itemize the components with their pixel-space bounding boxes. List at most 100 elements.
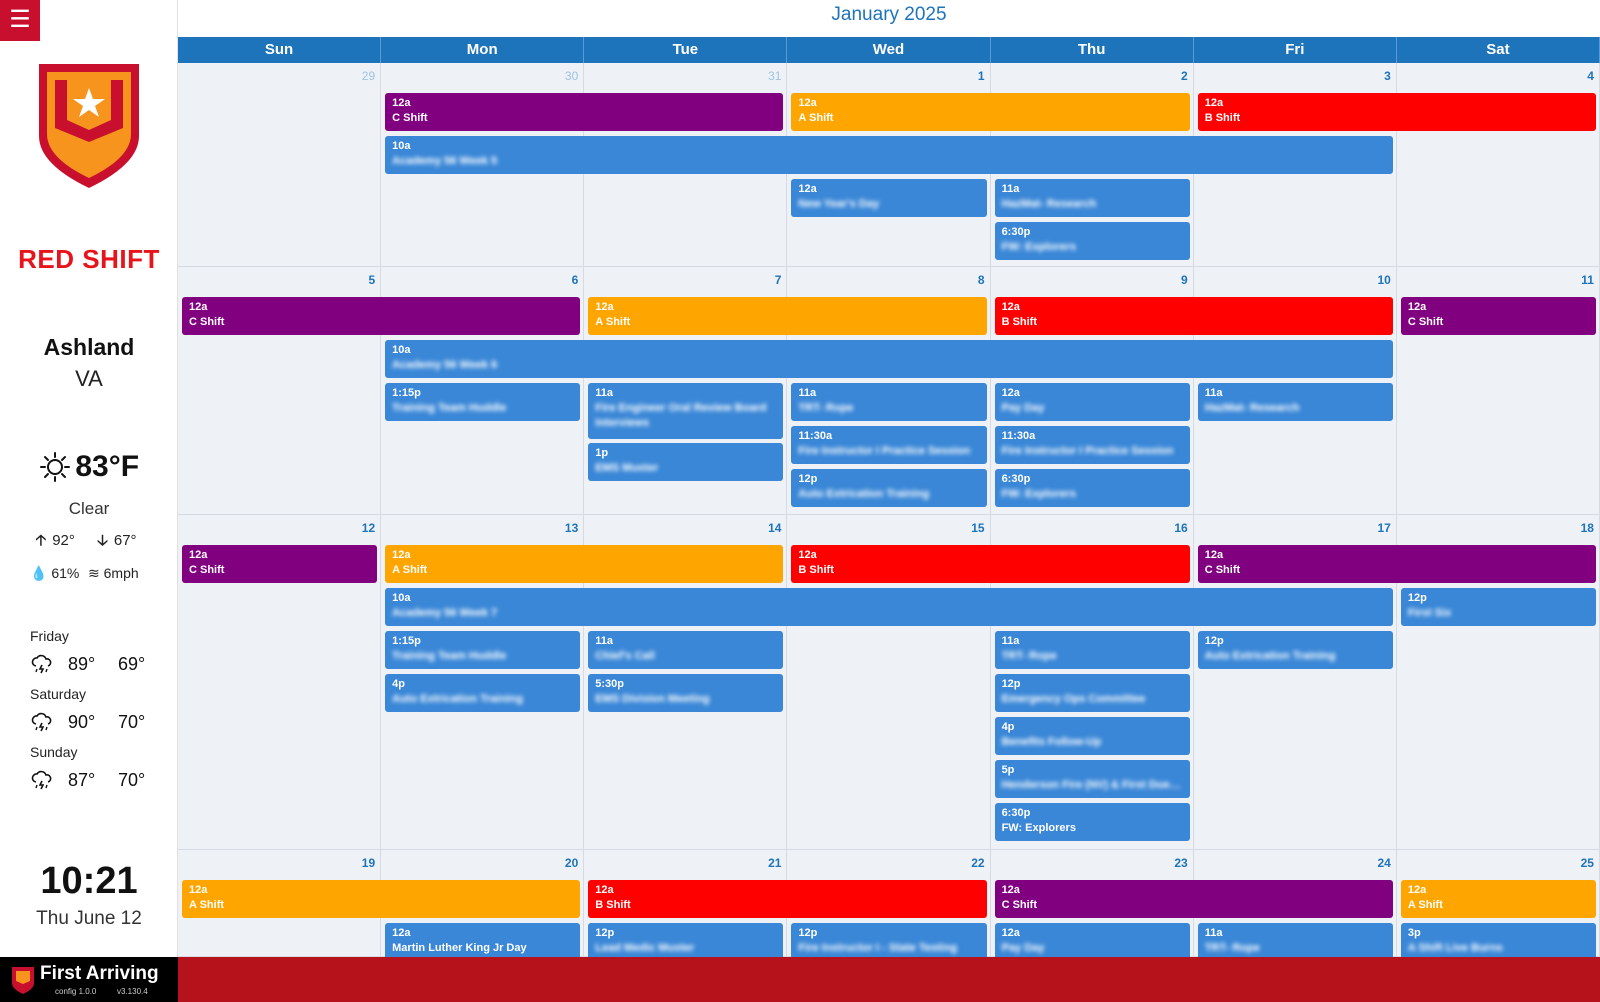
event-time: 6:30p <box>1001 226 1031 238</box>
event-time: 11a <box>1204 387 1223 399</box>
event-name: C Shift <box>189 564 225 576</box>
calendar-event[interactable]: 1:15p Training Team Huddle <box>385 631 581 669</box>
calendar-event[interactable]: 12a A Shift <box>182 880 581 918</box>
day-number: 2 <box>1181 69 1188 83</box>
calendar-event[interactable]: 5:30p EMS Division Meeting <box>588 674 784 712</box>
calendar-event[interactable]: 4p Auto Extrication Training <box>385 674 581 712</box>
calendar-event[interactable]: 11a TRT- Rope <box>791 383 987 421</box>
event-time: 12a <box>189 884 208 896</box>
calendar-event[interactable]: 12a A Shift <box>1400 880 1596 918</box>
calendar-event[interactable]: 11a TRT- Rope <box>1197 923 1393 957</box>
calendar-event[interactable]: 11a Chief's Call <box>588 631 784 669</box>
day-number: 15 <box>971 521 985 535</box>
calendar-event[interactable]: 12a Pay Day <box>994 383 1190 421</box>
calendar-event[interactable]: 11a HazMat- Research <box>994 179 1190 217</box>
forecast-high: 90° <box>68 711 96 732</box>
calendar-event[interactable]: 12a A Shift <box>791 93 1190 131</box>
calendar-event[interactable]: 12a B Shift <box>994 297 1393 335</box>
event-time: 11a <box>1204 927 1223 939</box>
calendar-event[interactable]: 11a HazMat- Research <box>1197 383 1393 421</box>
day-number: 20 <box>564 856 579 870</box>
calendar-event[interactable]: 10a Academy 56 Week 5 <box>385 136 1393 174</box>
calendar-event[interactable]: 12p Emergency Ops Committee <box>994 674 1190 712</box>
calendar-event[interactable]: 11:30a Fire Instructor I Practice Session <box>994 426 1190 464</box>
event-time: 12a <box>798 183 817 195</box>
calendar-event[interactable]: 12a C Shift <box>385 93 784 131</box>
day-number: 19 <box>361 856 376 870</box>
calendar-event[interactable]: 12a C Shift <box>1400 297 1596 335</box>
calendar-event[interactable]: 12a B Shift <box>1197 93 1596 131</box>
storm-icon <box>31 712 52 732</box>
calendar-event[interactable]: 11a TRT- Rope <box>994 631 1190 669</box>
event-name: Fire Instructor I Practice Session <box>1001 445 1174 457</box>
brand-block: First Arriving config 1.0.0 v3.130.4 <box>0 957 178 1002</box>
day-number: 16 <box>1174 521 1188 535</box>
dow-label: Sun <box>178 37 382 63</box>
current-weather: 83°F <box>0 450 178 484</box>
calendar-event[interactable]: 12a B Shift <box>588 880 987 918</box>
calendar: January 2025 Sun Mon Tue Wed Thu Fri Sat… <box>178 0 1600 957</box>
menu-button[interactable]: ☰ <box>0 0 40 41</box>
calendar-event[interactable]: 6:30p FW: Explorers <box>994 803 1190 841</box>
day-number: 10 <box>1377 273 1391 287</box>
event-name: Academy 56 Week 7 <box>392 607 498 619</box>
event-name: Chief's Call <box>595 650 655 662</box>
app-version: v3.130.4 <box>117 987 148 996</box>
event-time: 12a <box>1407 301 1427 313</box>
event-name: B Shift <box>1204 112 1241 124</box>
day-cell[interactable]: 29 <box>178 63 382 267</box>
calendar-event[interactable]: 12p First Six <box>1400 588 1596 626</box>
event-name: A Shift <box>595 316 631 328</box>
day-number: 31 <box>768 69 782 83</box>
event-name: Lead Medic Muster <box>595 942 695 954</box>
wind: ≋ 6mph <box>88 565 139 582</box>
event-time: 3p <box>1407 927 1421 939</box>
calendar-event[interactable]: 10a Academy 56 Week 6 <box>385 340 1393 378</box>
calendar-event[interactable]: 4p Benefits Follow-Up <box>994 717 1190 755</box>
calendar-event[interactable]: 12a A Shift <box>588 297 987 335</box>
calendar-event[interactable]: 6:30p FW: Explorers <box>994 222 1190 260</box>
calendar-event[interactable]: 6:30p FW: Explorers <box>994 469 1190 507</box>
arrow-up-icon: 🡡 <box>35 532 47 549</box>
calendar-event[interactable]: 12a C Shift <box>994 880 1393 918</box>
calendar-event[interactable]: 12p Auto Extrication Training <box>1197 631 1393 669</box>
day-number: 12 <box>361 521 376 535</box>
event-time: 12a <box>1407 884 1427 896</box>
calendar-event[interactable]: 12a New Year's Day <box>791 179 987 217</box>
event-time: 12a <box>392 549 411 561</box>
calendar-event[interactable]: 12a C Shift <box>182 545 378 583</box>
event-name: A Shift <box>798 112 834 124</box>
calendar-event[interactable]: 12a A Shift <box>385 545 784 583</box>
footer-bar: First Arriving config 1.0.0 v3.130.4 <box>0 957 1600 1002</box>
calendar-event[interactable]: 1:15p Training Team Huddle <box>385 383 581 421</box>
day-number: 25 <box>1580 856 1594 870</box>
calendar-event[interactable]: 5p Henderson Fire (NV) & First Due Demo <box>994 760 1190 798</box>
event-time: 10a <box>392 140 411 152</box>
forecast-low: 70° <box>118 711 146 732</box>
event-time: 12a <box>1001 387 1020 399</box>
event-name: TRT- Rope <box>798 402 854 414</box>
calendar-event[interactable]: 12p Lead Medic Muster <box>588 923 784 957</box>
day-number: 24 <box>1377 856 1391 870</box>
calendar-event[interactable]: 11a Fire Engineer Oral Review Board Inter… <box>588 383 784 439</box>
calendar-event[interactable]: 12a B Shift <box>791 545 1190 583</box>
event-time: 12p <box>595 927 615 939</box>
calendar-event[interactable]: 1p EMS Muster <box>588 443 784 482</box>
dow-label: Sat <box>1397 37 1600 63</box>
event-time: 12p <box>798 473 818 485</box>
high-low: 🡡 92° 🡣 67° <box>0 530 178 555</box>
calendar-event[interactable]: 11:30a Fire Instructor I Practice Session <box>791 426 987 464</box>
calendar-event[interactable]: 3p A Shift Live Burns <box>1400 923 1596 957</box>
event-time: 1:15p <box>392 387 421 399</box>
calendar-event[interactable]: 12a C Shift <box>182 297 581 335</box>
clock: 10:21 <box>40 860 138 902</box>
calendar-event[interactable]: 12p Auto Extrication Training <box>791 469 987 507</box>
calendar-event[interactable]: 12a Martin Luther King Jr Day <box>385 923 581 957</box>
calendar-event[interactable]: 12a Pay Day <box>994 923 1190 957</box>
calendar-event[interactable]: 12p Fire Instructor I - State Testing <box>791 923 987 957</box>
calendar-event[interactable]: 10a Academy 56 Week 7 <box>385 588 1393 626</box>
event-name: B Shift <box>1001 316 1038 328</box>
event-name: C Shift <box>392 112 428 124</box>
calendar-event[interactable]: 12a C Shift <box>1197 545 1596 583</box>
event-time: 11a <box>1001 635 1020 647</box>
